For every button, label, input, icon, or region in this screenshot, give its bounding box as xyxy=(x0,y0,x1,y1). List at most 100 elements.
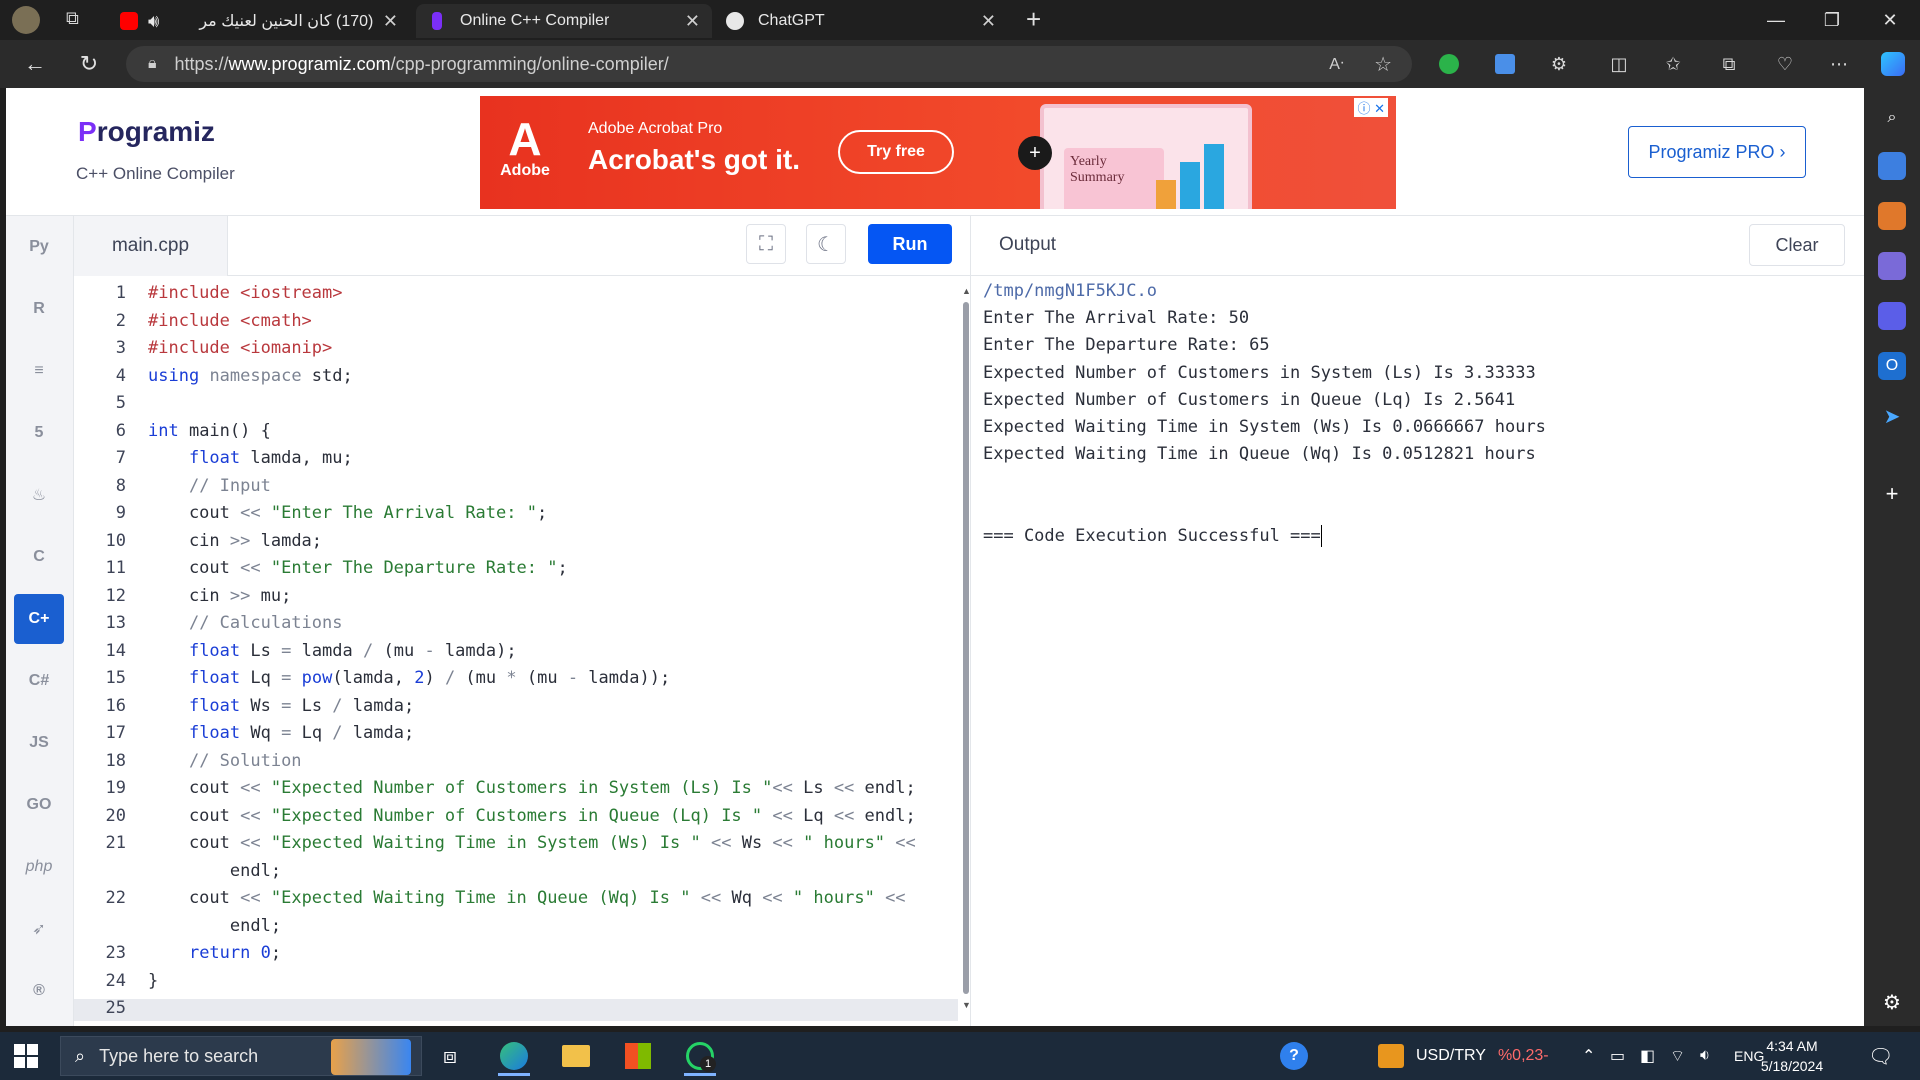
c-icon[interactable]: C xyxy=(14,532,64,582)
tray-overflow-icon[interactable]: ⌃ xyxy=(1582,1032,1595,1080)
address-bar[interactable]: 🔒︎ https://www.programiz.com/cpp-program… xyxy=(126,46,1412,82)
code-line[interactable]: 16 float Ws = Ls / lamda; xyxy=(74,693,954,720)
extensions-icon[interactable]: ⚙ xyxy=(1544,50,1574,78)
code-line[interactable]: 14 float Ls = lamda / (mu - lamda); xyxy=(74,638,954,665)
code-line[interactable]: 10 cin >> lamda; xyxy=(74,528,954,555)
close-tab-icon[interactable]: ✕ xyxy=(383,11,398,32)
read-aloud-icon[interactable]: Aᐧ xyxy=(1329,54,1344,74)
tab-actions-icon[interactable]: ⧉ xyxy=(66,8,79,29)
code-line[interactable]: 4 using namespace std; xyxy=(74,363,954,390)
advertisement-banner[interactable]: A Adobe Adobe Acrobat Pro Acrobat's got … xyxy=(480,96,1396,209)
code-line[interactable]: 23 return 0; xyxy=(74,940,954,967)
code-line[interactable]: endl; xyxy=(74,858,954,885)
back-arrow-icon[interactable]: ← xyxy=(18,48,52,80)
extension-tool-icon[interactable] xyxy=(1495,54,1515,74)
volume-icon[interactable]: 🔉︎ xyxy=(1700,1032,1710,1080)
battery-icon[interactable]: ▭ xyxy=(1610,1032,1625,1080)
games-icon[interactable] xyxy=(1878,252,1906,280)
code-line[interactable]: 6 int main() { xyxy=(74,418,954,445)
code-line[interactable]: 13 // Calculations xyxy=(74,610,954,637)
code-line[interactable]: 12 cin >> mu; xyxy=(74,583,954,610)
programiz-logo[interactable]: Programiz xyxy=(78,116,215,148)
taskbar-search-box[interactable]: ⌕ Type here to search xyxy=(60,1036,422,1076)
outlook-icon[interactable]: O xyxy=(1878,352,1906,380)
windows-start-icon[interactable] xyxy=(14,1044,38,1068)
collections-icon[interactable]: ⧉ xyxy=(1714,50,1744,78)
send-icon[interactable]: ➤ xyxy=(1878,402,1906,430)
tab-online-cpp-compiler[interactable]: Online C++ Compiler ✕ xyxy=(416,4,712,38)
sidebar-settings-icon[interactable]: ⚙ xyxy=(1878,988,1906,1016)
run-button[interactable]: Run xyxy=(868,224,952,264)
swift-icon[interactable]: ➶ xyxy=(14,904,64,954)
python-icon[interactable]: Py xyxy=(14,222,64,272)
minimize-button[interactable]: — xyxy=(1748,0,1804,40)
rust-icon[interactable]: ® xyxy=(14,966,64,1016)
search-icon[interactable]: ⌕ xyxy=(1878,104,1906,132)
tab-youtube[interactable]: 🔊︎ (170) كان الحنين لعنيك مر ✕ xyxy=(120,4,410,38)
r-icon[interactable]: R xyxy=(14,284,64,334)
java-icon[interactable]: ♨ xyxy=(14,470,64,520)
fullscreen-icon[interactable]: ⛶ xyxy=(746,224,786,264)
favorites-icon[interactable]: ✩ xyxy=(1658,50,1688,78)
cpp-icon[interactable]: C+ xyxy=(14,594,64,644)
code-line[interactable]: 8 // Input xyxy=(74,473,954,500)
currency-ticker[interactable]: USD/TRY %0,23- xyxy=(1378,1032,1549,1080)
edge-taskbar-icon[interactable] xyxy=(490,1036,538,1076)
wifi-icon[interactable]: ⌔ xyxy=(1670,1032,1685,1080)
code-line[interactable]: 19 cout << "Expected Number of Customers… xyxy=(74,775,954,802)
speaker-icon[interactable]: 🔊︎ xyxy=(148,11,159,32)
tab-chatgpt[interactable]: ChatGPT ✕ xyxy=(718,4,1008,38)
clear-button[interactable]: Clear xyxy=(1749,224,1845,266)
new-tab-button[interactable]: + xyxy=(1026,4,1041,35)
lock-icon[interactable]: 🔒︎ xyxy=(148,55,157,73)
refresh-icon[interactable]: ↻ xyxy=(72,48,106,80)
csharp-icon[interactable]: C# xyxy=(14,656,64,706)
code-line[interactable]: 17 float Wq = Lq / lamda; xyxy=(74,720,954,747)
copilot-icon[interactable] xyxy=(1881,52,1905,76)
code-line[interactable]: 5 xyxy=(74,390,954,417)
code-line[interactable]: 18 // Solution xyxy=(74,748,954,775)
code-editor[interactable]: 1 #include <iostream> 2 #include <cmath> 3 #i… xyxy=(74,276,970,1026)
code-line[interactable]: 22 cout << "Expected Waiting Time in Que… xyxy=(74,885,954,912)
code-line[interactable]: 24} xyxy=(74,968,954,995)
notifications-icon[interactable]: 🗨︎ xyxy=(1868,1032,1893,1080)
sql-icon[interactable]: ≡ xyxy=(14,346,64,396)
code-line[interactable]: 9 cout << "Enter The Arrival Rate: "; xyxy=(74,500,954,527)
more-menu-icon[interactable]: ⋯ xyxy=(1824,50,1854,78)
profile-avatar[interactable] xyxy=(12,6,40,34)
code-line[interactable]: 21 cout << "Expected Waiting Time in Sys… xyxy=(74,830,954,857)
code-line[interactable]: 20 cout << "Expected Number of Customers… xyxy=(74,803,954,830)
taskbar-clock[interactable]: 4:34 AM 5/18/2024 xyxy=(1754,1036,1830,1076)
programiz-pro-button[interactable]: Programiz PRO › xyxy=(1628,126,1806,178)
tools-icon[interactable] xyxy=(1878,202,1906,230)
code-line[interactable]: 15 float Lq = pow(lamda, 2) / (mu * (mu … xyxy=(74,665,954,692)
add-sidebar-app-icon[interactable]: + xyxy=(1878,480,1906,508)
ad-close-icon[interactable]: ⓘ ✕ xyxy=(1354,98,1388,117)
code-line[interactable]: 11 cout << "Enter The Departure Rate: "; xyxy=(74,555,954,582)
code-line[interactable]: 7 float lamda, mu; xyxy=(74,445,954,472)
html-icon[interactable]: 5 xyxy=(14,408,64,458)
meet-now-icon[interactable]: ◧ xyxy=(1640,1032,1655,1080)
javascript-icon[interactable]: JS xyxy=(14,718,64,768)
copilot-sidebar-icon[interactable] xyxy=(1878,302,1906,330)
go-icon[interactable]: GO xyxy=(14,780,64,830)
output-console[interactable]: /tmp/nmgN1F5KJC.o Enter The Arrival Rate… xyxy=(970,276,1864,1026)
code-line[interactable]: 25 xyxy=(74,995,954,1022)
close-tab-icon[interactable]: ✕ xyxy=(981,11,996,32)
shopping-tag-icon[interactable] xyxy=(1878,152,1906,180)
dark-mode-icon[interactable]: ☾ xyxy=(806,224,846,264)
close-tab-icon[interactable]: ✕ xyxy=(685,11,700,32)
close-window-button[interactable]: ✕ xyxy=(1862,0,1918,40)
code-line[interactable]: 1 #include <iostream> xyxy=(74,280,954,307)
task-view-icon[interactable]: ⧈ xyxy=(426,1036,474,1076)
microsoft-store-icon[interactable] xyxy=(614,1036,662,1076)
editor-scrollbar[interactable]: ▲ ▼ xyxy=(962,286,970,1010)
code-line[interactable]: 3 #include <iomanip> xyxy=(74,335,954,362)
file-tab-main-cpp[interactable]: main.cpp xyxy=(74,216,228,276)
split-screen-icon[interactable]: ◫ xyxy=(1604,50,1634,78)
browser-essentials-icon[interactable]: ♡ xyxy=(1770,50,1800,78)
file-explorer-icon[interactable] xyxy=(552,1036,600,1076)
whatsapp-icon[interactable]: 1 xyxy=(676,1036,724,1076)
help-icon[interactable]: ? xyxy=(1280,1032,1308,1080)
code-line[interactable]: endl; xyxy=(74,913,954,940)
